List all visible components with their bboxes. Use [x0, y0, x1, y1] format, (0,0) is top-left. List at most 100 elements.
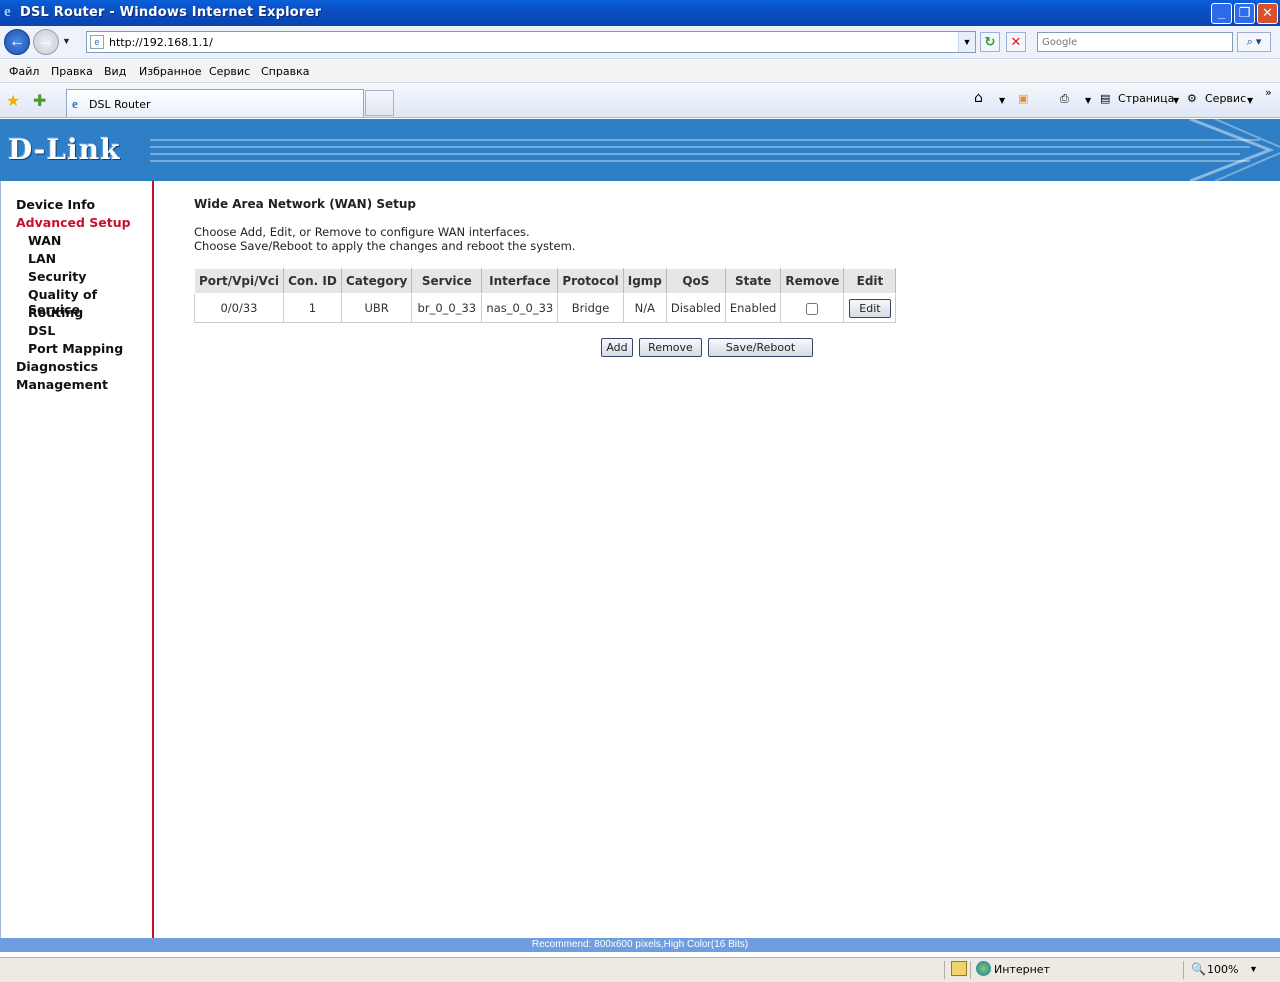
tools-dropdown-icon[interactable]: ▼	[1247, 96, 1253, 105]
sidebar-item-management[interactable]: Management	[16, 377, 108, 392]
col-header-remove: Remove	[780, 268, 845, 294]
sidebar-nav: Device Info Advanced Setup WAN LAN Secur…	[0, 181, 154, 938]
cell-con-id: 1	[282, 293, 342, 323]
search-box[interactable]	[1037, 32, 1233, 52]
cell-qos: Disabled	[665, 293, 726, 323]
cell-category: UBR	[340, 293, 413, 323]
col-header-state: State	[724, 268, 782, 294]
zoom-icon: 🔍	[1191, 962, 1206, 976]
print-dropdown-icon[interactable]: ▼	[1085, 96, 1091, 105]
page-menu-icon: ▤	[1100, 92, 1111, 105]
add-button[interactable]: Add	[601, 338, 633, 357]
back-button[interactable]: ←	[4, 29, 30, 55]
menu-view[interactable]: Вид	[104, 65, 126, 78]
col-header-igmp: Igmp	[622, 268, 667, 294]
instruction-line-2: Choose Save/Reboot to apply the changes …	[194, 239, 576, 253]
cell-service: br_0_0_33	[411, 293, 483, 323]
ie-icon: e	[4, 4, 11, 20]
sidebar-item-routing[interactable]: Routing	[28, 305, 83, 320]
zoom-level[interactable]: 100%	[1207, 963, 1238, 976]
search-input[interactable]	[1038, 33, 1232, 51]
remove-checkbox[interactable]	[806, 302, 819, 315]
search-icon: ⌕ ▾	[1246, 36, 1262, 48]
security-report-icon[interactable]	[951, 961, 967, 976]
favorites-star-icon[interactable]: ★	[6, 91, 20, 111]
window-title: DSL Router - Windows Internet Explorer	[20, 5, 322, 20]
history-dropdown-icon[interactable]: ▼	[62, 36, 71, 46]
tab-dsl-router[interactable]: e DSL Router	[66, 89, 364, 117]
close-window-button[interactable]: ✕	[1257, 3, 1278, 24]
cell-interface: nas_0_0_33	[481, 293, 559, 323]
tab-bar: ★ ✚ e DSL Router ⌂ ▼ ▣ ⎙ ▼ ▤ Страница ▼ …	[0, 84, 1280, 118]
search-button[interactable]: ⌕ ▾	[1237, 32, 1271, 52]
table-row: 0/0/33 1 UBR br_0_0_33 nas_0_0_33 Bridge…	[194, 293, 897, 323]
remove-button[interactable]: Remove	[639, 338, 702, 357]
address-dropdown-icon[interactable]: ▼	[958, 32, 975, 52]
menu-bar: Файл Правка Вид Избранное Сервис Справка	[0, 60, 1280, 83]
refresh-button[interactable]: ↻	[980, 32, 1000, 52]
home-icon[interactable]: ⌂	[974, 90, 983, 106]
page-dropdown-icon[interactable]: ▼	[1173, 96, 1179, 105]
cell-remove	[780, 293, 845, 323]
col-header-protocol: Protocol	[557, 268, 624, 294]
dlink-banner: D-Link	[0, 119, 1280, 181]
col-header-qos: QoS	[665, 268, 726, 294]
menu-tools[interactable]: Сервис	[209, 65, 250, 78]
sidebar-item-security[interactable]: Security	[28, 269, 86, 284]
ie-page-icon: e	[72, 96, 78, 111]
sidebar-item-port-mapping[interactable]: Port Mapping	[28, 341, 123, 356]
forward-button[interactable]: →	[33, 29, 59, 55]
wan-table: Port/Vpi/Vci Con. ID Category Service In…	[194, 268, 897, 323]
new-tab-button[interactable]	[365, 90, 394, 116]
toolbar-overflow-icon[interactable]: »	[1265, 86, 1272, 99]
tools-menu[interactable]: Сервис	[1205, 92, 1246, 105]
page-icon: e	[90, 35, 104, 49]
col-header-category: Category	[340, 268, 413, 294]
cell-protocol: Bridge	[557, 293, 624, 323]
print-icon[interactable]: ⎙	[1060, 92, 1069, 106]
home-dropdown-icon[interactable]: ▼	[999, 96, 1005, 105]
col-header-interface: Interface	[481, 268, 559, 294]
sidebar-item-lan[interactable]: LAN	[28, 251, 56, 266]
page-footer: Recommend: 800x600 pixels,High Color(16 …	[0, 938, 1280, 952]
sidebar-item-device-info[interactable]: Device Info	[16, 197, 95, 212]
maximize-button[interactable]: ❐	[1234, 3, 1255, 24]
sidebar-item-dsl[interactable]: DSL	[28, 323, 55, 338]
sidebar-item-advanced-setup[interactable]: Advanced Setup	[16, 215, 131, 230]
address-input[interactable]: e http://192.168.1.1/ ▼	[86, 31, 976, 53]
col-header-service: Service	[411, 268, 483, 294]
table-header-row: Port/Vpi/Vci Con. ID Category Service In…	[194, 268, 897, 294]
cell-edit: Edit	[843, 293, 897, 323]
zoom-dropdown-icon[interactable]: ▼	[1249, 964, 1258, 974]
menu-favorites[interactable]: Избранное	[139, 65, 201, 78]
col-header-port: Port/Vpi/Vci	[194, 268, 284, 294]
col-header-con-id: Con. ID	[282, 268, 342, 294]
edit-button[interactable]: Edit	[848, 298, 891, 318]
minimize-button[interactable]: _	[1211, 3, 1232, 24]
internet-zone-icon	[976, 961, 991, 976]
tab-label: DSL Router	[89, 98, 151, 111]
save-reboot-button[interactable]: Save/Reboot	[708, 338, 813, 357]
instruction-line-1: Choose Add, Edit, or Remove to configure…	[194, 225, 530, 239]
menu-file[interactable]: Файл	[9, 65, 39, 78]
window-titlebar: e DSL Router - Windows Internet Explorer…	[0, 0, 1280, 26]
security-zone[interactable]: Интернет	[994, 963, 1050, 976]
cell-igmp: N/A	[622, 293, 667, 323]
router-page: D-Link Device Info Advanced Setup WAN LA…	[0, 119, 1280, 957]
status-bar: Интернет 🔍 100% ▼	[0, 957, 1280, 982]
menu-help[interactable]: Справка	[261, 65, 309, 78]
sidebar-item-wan[interactable]: WAN	[28, 233, 61, 248]
stop-button[interactable]: ✕	[1006, 32, 1026, 52]
page-title: Wide Area Network (WAN) Setup	[194, 197, 417, 211]
dlink-logo: D-Link	[8, 133, 121, 166]
menu-edit[interactable]: Правка	[51, 65, 93, 78]
cell-port: 0/0/33	[194, 293, 284, 323]
add-favorites-icon[interactable]: ✚	[33, 91, 46, 111]
banner-chevron-icon	[1189, 119, 1280, 181]
col-header-edit: Edit	[843, 268, 897, 294]
gear-icon: ⚙	[1187, 92, 1197, 105]
page-menu[interactable]: Страница	[1118, 92, 1174, 105]
address-url: http://192.168.1.1/	[109, 36, 213, 49]
sidebar-item-diagnostics[interactable]: Diagnostics	[16, 359, 98, 374]
feeds-icon[interactable]: ▣	[1018, 92, 1028, 105]
